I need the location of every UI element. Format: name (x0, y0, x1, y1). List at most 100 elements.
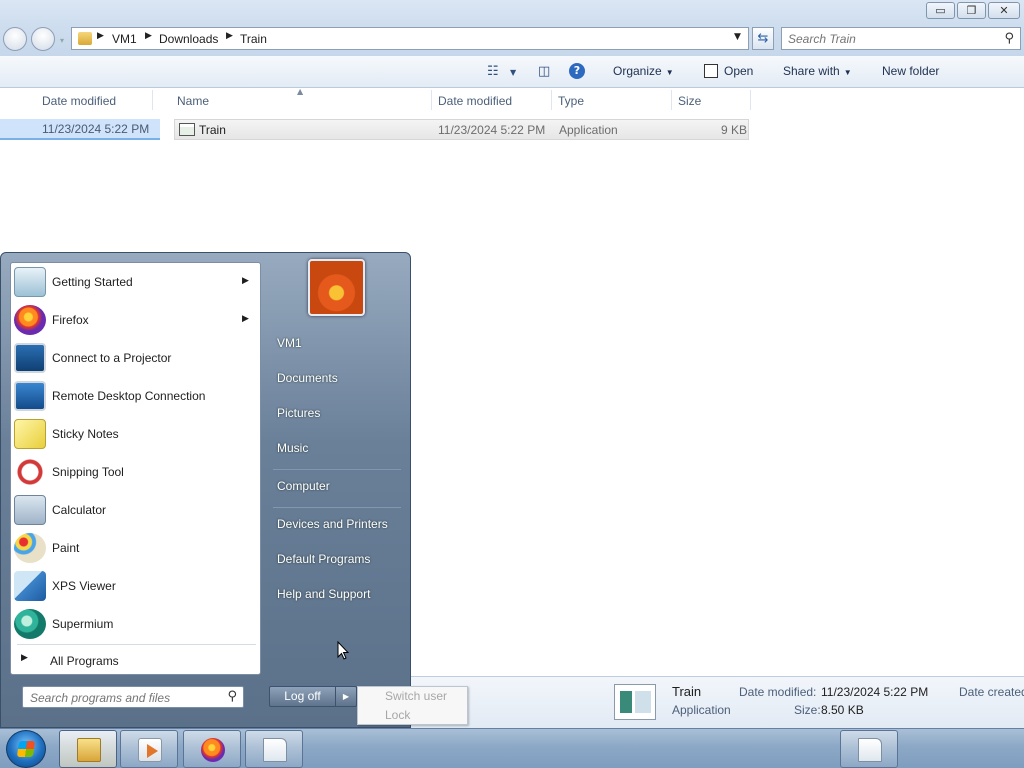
snipping-tool-icon (14, 457, 46, 487)
back-button[interactable] (3, 27, 27, 51)
breadcrumb-arrow-icon[interactable]: ▶ (97, 31, 104, 41)
chevron-down-icon: ▼ (665, 68, 674, 77)
taskbar-application-button[interactable] (840, 730, 898, 768)
breadcrumb-arrow-icon[interactable]: ▶ (226, 31, 233, 41)
right-item-label: Music (277, 441, 309, 455)
help-icon[interactable]: ? (569, 63, 585, 79)
file-date-modified: 11/23/2024 5:22 PM (438, 123, 546, 137)
program-sticky-notes[interactable]: Sticky Notes (11, 415, 260, 453)
right-item-default-programs[interactable]: Default Programs (267, 545, 407, 575)
mouse-pointer-icon (337, 641, 349, 660)
right-item-music[interactable]: Music (267, 434, 407, 464)
breadcrumb-vm1[interactable]: VM1 (112, 32, 137, 46)
program-getting-started[interactable]: Getting Started ▶ (11, 263, 260, 301)
start-button[interactable] (6, 730, 46, 768)
submenu-arrow-icon: ▶ (242, 276, 249, 286)
right-item-documents[interactable]: Documents (267, 364, 407, 394)
program-snipping-tool[interactable]: Snipping Tool (11, 453, 260, 491)
column-type[interactable]: Type (558, 94, 584, 108)
getting-started-icon (14, 267, 46, 297)
program-supermium[interactable]: Supermium (11, 605, 260, 643)
divider (273, 507, 401, 508)
right-item-vm1[interactable]: VM1 (267, 329, 407, 359)
menu-item-switch-user[interactable]: Switch user (385, 689, 447, 703)
chevron-down-icon[interactable]: ▼ (510, 68, 516, 77)
file-name: Train (199, 123, 226, 137)
refresh-button[interactable]: ⇆ (752, 27, 774, 50)
program-paint[interactable]: Paint (11, 529, 260, 567)
menu-item-lock[interactable]: Lock (385, 708, 410, 722)
new-folder-button[interactable]: New folder (882, 64, 939, 78)
recent-pages-dropdown-icon[interactable]: ▾ (60, 36, 64, 45)
taskbar-application-button[interactable] (245, 730, 303, 768)
organize-button[interactable]: Organize ▼ (613, 64, 674, 78)
search-input[interactable] (788, 31, 996, 47)
column-size[interactable]: Size (678, 94, 701, 108)
close-button[interactable]: ✕ (988, 2, 1020, 19)
taskbar (0, 728, 1024, 768)
preview-pane-icon[interactable]: ◫ (538, 64, 550, 79)
media-player-icon (138, 738, 162, 762)
file-row[interactable]: Train 11/23/2024 5:22 PM Application 9 K… (174, 119, 749, 140)
taskbar-firefox-button[interactable] (183, 730, 241, 768)
folder-icon (77, 738, 101, 762)
sort-ascending-icon: ▲ (297, 87, 304, 96)
open-icon[interactable] (704, 64, 718, 78)
column-date-modified[interactable]: Date modified (438, 94, 512, 108)
column-left-date-modified[interactable]: Date modified (42, 94, 116, 108)
start-search-input[interactable] (30, 690, 220, 705)
program-label: Getting Started (52, 275, 133, 289)
program-calculator[interactable]: Calculator (11, 491, 260, 529)
program-connect-projector[interactable]: Connect to a Projector (11, 339, 260, 377)
taskbar-explorer-button[interactable] (59, 730, 117, 768)
program-label: Remote Desktop Connection (52, 389, 206, 403)
program-firefox[interactable]: Firefox ▶ (11, 301, 260, 339)
program-remote-desktop[interactable]: Remote Desktop Connection (11, 377, 260, 415)
search-box[interactable]: ⚲ (781, 27, 1021, 50)
right-item-label: Pictures (277, 406, 321, 420)
log-off-button[interactable]: Log off (269, 686, 336, 707)
share-with-button[interactable]: Share with ▼ (783, 64, 852, 78)
selected-item-left[interactable]: 11/23/2024 5:22 PM (0, 119, 160, 140)
right-item-label: VM1 (277, 336, 302, 350)
minimize-button[interactable]: ▭ (926, 2, 955, 19)
user-picture-avatar[interactable] (308, 259, 365, 316)
program-xps-viewer[interactable]: XPS Viewer (11, 567, 260, 605)
open-button[interactable]: Open (724, 64, 753, 78)
all-programs-button[interactable]: ▶ All Programs (11, 651, 260, 673)
submenu-arrow-icon: ▶ (242, 314, 249, 324)
right-item-computer[interactable]: Computer (267, 472, 407, 502)
restore-button[interactable]: ❐ (957, 2, 986, 19)
file-size: 9 KB (721, 123, 748, 137)
chevron-right-icon[interactable]: ▶ (335, 686, 357, 707)
right-item-pictures[interactable]: Pictures (267, 399, 407, 429)
breadcrumb-arrow-icon[interactable]: ▶ (145, 31, 152, 41)
view-options-icon[interactable]: ☷ (487, 64, 499, 79)
start-search-box[interactable]: ⚲ (22, 686, 244, 708)
search-icon[interactable]: ⚲ (1004, 31, 1014, 46)
program-label: Snipping Tool (52, 465, 124, 479)
program-label: Calculator (52, 503, 107, 517)
search-icon[interactable]: ⚲ (227, 689, 237, 704)
firefox-icon (14, 305, 46, 335)
application-icon (858, 738, 882, 762)
column-divider[interactable] (750, 90, 751, 110)
taskbar-media-player-button[interactable] (120, 730, 178, 768)
breadcrumb-downloads[interactable]: Downloads (159, 32, 218, 46)
column-divider[interactable] (431, 90, 432, 110)
address-bar[interactable]: ▶ VM1 ▶ Downloads ▶ Train ▼ (71, 27, 749, 50)
right-item-help-support[interactable]: Help and Support (267, 580, 407, 610)
sticky-notes-icon (14, 419, 46, 449)
forward-button[interactable] (31, 27, 55, 51)
column-name[interactable]: Name (177, 94, 209, 108)
column-divider[interactable] (551, 90, 552, 110)
right-item-devices-printers[interactable]: Devices and Printers (267, 510, 407, 540)
details-date-created-label: Date created (959, 685, 1024, 699)
chevron-down-icon[interactable]: ▼ (734, 32, 741, 42)
command-bar: ☷ ▼ ◫ ? Organize ▼ Open Share with ▼ New f… (0, 56, 1024, 88)
start-menu: Getting Started ▶ Firefox ▶ Connect to a… (0, 252, 411, 728)
breadcrumb-train[interactable]: Train (240, 32, 267, 46)
column-divider[interactable] (152, 90, 153, 110)
xps-viewer-icon (14, 571, 46, 601)
column-divider[interactable] (671, 90, 672, 110)
